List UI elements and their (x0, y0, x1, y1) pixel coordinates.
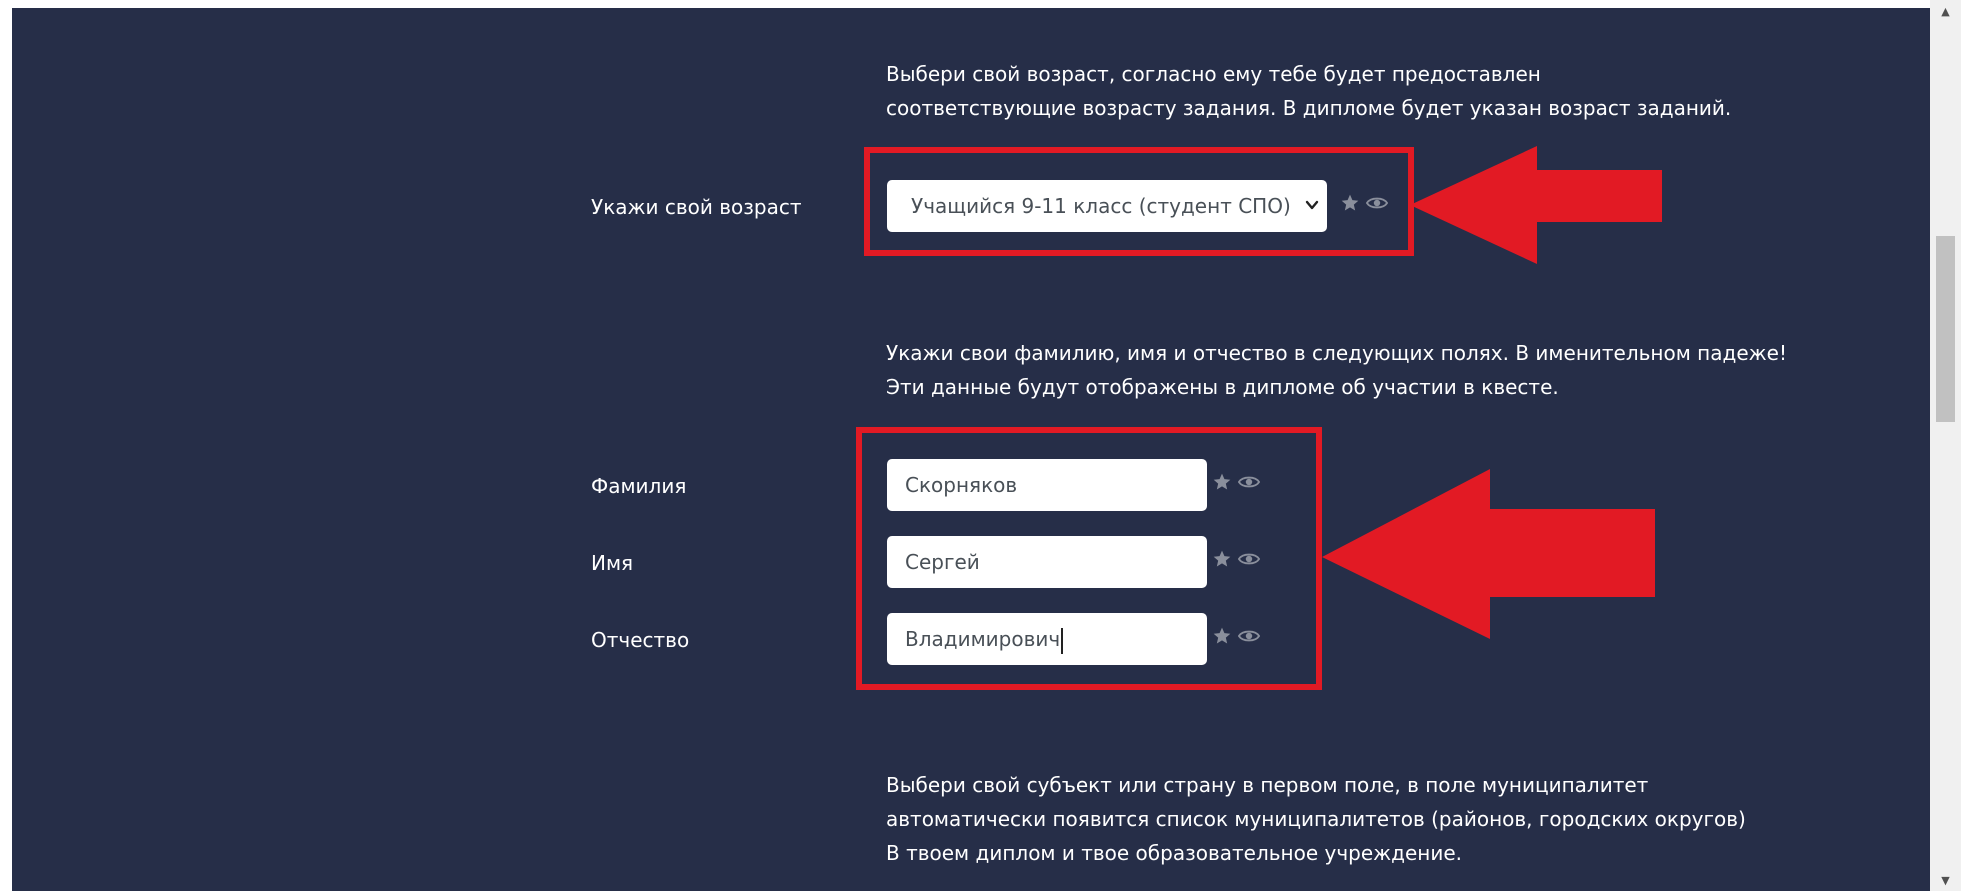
name-description-line2: Эти данные будут отображены в дипломе об… (886, 375, 1559, 399)
age-highlight-box (864, 147, 1414, 256)
red-arrow-age (1410, 146, 1662, 264)
first-name-label: Имя (591, 551, 634, 575)
age-description-line1: Выбери свой возраст, согласно ему тебе б… (886, 62, 1541, 86)
vertical-scrollbar[interactable]: ▲ ▼ (1930, 0, 1961, 891)
age-label: Укажи свой возраст (591, 195, 802, 219)
name-description-line1: Укажи свои фамилию, имя и отчество в сле… (886, 341, 1787, 365)
name-highlight-box (856, 427, 1322, 690)
region-description-line3: В твоем диплом и твое образовательное уч… (886, 841, 1463, 865)
age-description: Выбери свой возраст, согласно ему тебе б… (886, 57, 1731, 125)
surname-label: Фамилия (591, 474, 687, 498)
scroll-down-arrow-icon[interactable]: ▼ (1930, 871, 1961, 891)
red-arrow-names (1322, 469, 1655, 639)
scrollbar-thumb[interactable] (1936, 236, 1955, 422)
scroll-up-arrow-icon[interactable]: ▲ (1930, 2, 1961, 22)
age-description-line2: соответствующие возрасту задания. В дипл… (886, 96, 1732, 120)
region-description: Выбери свой субъект или страну в первом … (886, 768, 1746, 870)
region-description-line1: Выбери свой субъект или страну в первом … (886, 773, 1649, 797)
patronymic-label: Отчество (591, 628, 690, 652)
name-description: Укажи свои фамилию, имя и отчество в сле… (886, 336, 1787, 404)
region-description-line2: автоматически появится список муниципали… (886, 807, 1746, 831)
